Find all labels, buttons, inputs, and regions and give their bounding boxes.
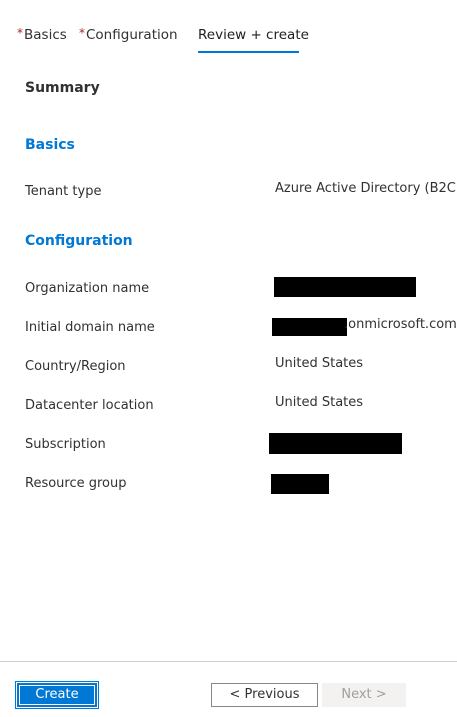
active-tab-indicator bbox=[198, 51, 299, 53]
organization-name-label: Organization name bbox=[25, 281, 150, 296]
tab-configuration-label: Configuration bbox=[86, 27, 178, 43]
tab-review-create-label: Review + create bbox=[198, 27, 309, 43]
subscription-redacted bbox=[269, 433, 402, 454]
datacenter-location-label: Datacenter location bbox=[25, 398, 154, 413]
tenant-type-label: Tenant type bbox=[25, 184, 102, 199]
create-button-label: Create bbox=[19, 685, 95, 705]
country-region-label: Country/Region bbox=[25, 359, 126, 374]
summary-title: Summary bbox=[25, 80, 100, 96]
section-heading-configuration: Configuration bbox=[25, 233, 133, 249]
datacenter-location-value: United States bbox=[275, 395, 364, 410]
tab-basics-label: Basics bbox=[24, 27, 67, 43]
initial-domain-name-label: Initial domain name bbox=[25, 320, 155, 335]
required-marker: * bbox=[17, 26, 23, 40]
country-region-value: United States bbox=[275, 356, 364, 371]
section-heading-basics: Basics bbox=[25, 137, 75, 153]
tab-basics[interactable]: *Basics bbox=[17, 26, 67, 43]
tab-review-create[interactable]: Review + create bbox=[198, 27, 309, 43]
wizard-tabs: *Basics *Configuration Review + create bbox=[0, 26, 457, 57]
footer-divider bbox=[0, 661, 457, 662]
required-marker: * bbox=[79, 26, 85, 40]
resource-group-label: Resource group bbox=[25, 476, 127, 491]
initial-domain-name-redacted bbox=[272, 318, 347, 336]
next-button: Next > bbox=[322, 683, 406, 707]
organization-name-redacted bbox=[274, 277, 416, 297]
tab-configuration[interactable]: *Configuration bbox=[79, 26, 178, 43]
resource-group-redacted bbox=[271, 474, 329, 494]
tenant-type-value: Azure Active Directory (B2C) bbox=[275, 181, 457, 196]
subscription-label: Subscription bbox=[25, 437, 106, 452]
previous-button[interactable]: < Previous bbox=[211, 683, 318, 707]
create-button[interactable]: Create bbox=[15, 681, 99, 709]
initial-domain-name-suffix: .onmicrosoft.com bbox=[344, 317, 457, 332]
